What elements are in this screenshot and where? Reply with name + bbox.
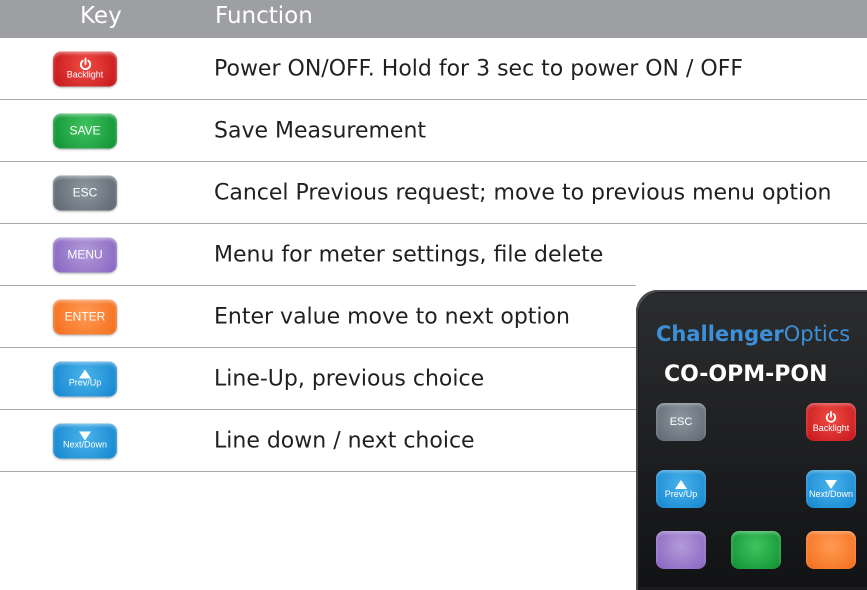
device-save-key: [731, 531, 781, 569]
function-description: Line down / next choice: [214, 428, 475, 454]
device-next-down-key: Next/Down: [806, 470, 856, 508]
power-icon: [825, 411, 837, 423]
function-description: Enter value move to next option: [214, 304, 570, 330]
device-enter-key: [806, 531, 856, 569]
save-key: SAVE: [53, 113, 117, 149]
function-description: Power ON/OFF. Hold for 3 sec to power ON…: [214, 56, 744, 82]
device-power-key: Backlight: [806, 403, 856, 441]
menu-key: MENU: [53, 237, 117, 273]
esc-key: ESC: [53, 175, 117, 211]
device-model: CO-OPM-PON: [664, 362, 828, 387]
key-label: SAVE: [69, 123, 101, 138]
key-label: MENU: [67, 247, 103, 262]
device-prev-up-key: Prev/Up: [656, 470, 706, 508]
table-row: Backlight Power ON/OFF. Hold for 3 sec t…: [0, 38, 867, 100]
power-backlight-key: Backlight: [53, 51, 117, 87]
power-meter-device-image: ChallengerOptics CO-OPM-PON ESC Backligh…: [636, 290, 867, 590]
function-column-header: Function: [215, 3, 313, 29]
triangle-up-icon: [675, 479, 687, 489]
function-description: Menu for meter settings, file delete: [214, 242, 604, 268]
row-divider: [0, 471, 636, 472]
key-column-header: Key: [80, 3, 122, 29]
next-down-key: Next/Down: [53, 423, 117, 459]
table-row: MENU Menu for meter settings, file delet…: [0, 224, 867, 286]
triangle-down-icon: [825, 479, 837, 489]
key-sub-label: Next/Down: [62, 439, 107, 450]
device-brand: ChallengerOptics: [656, 322, 851, 346]
function-description: Line-Up, previous choice: [214, 366, 485, 392]
enter-key: ENTER: [53, 299, 117, 335]
table-row: SAVE Save Measurement: [0, 100, 867, 162]
key-label: ESC: [72, 185, 98, 200]
device-menu-key: [656, 531, 706, 569]
function-description: Cancel Previous request; move to previou…: [214, 180, 832, 206]
table-row: ESC Cancel Previous request; move to pre…: [0, 162, 867, 224]
function-description: Save Measurement: [214, 118, 427, 144]
key-sub-label: Prev/Up: [68, 377, 102, 388]
device-esc-key: ESC: [656, 403, 706, 441]
key-sub-label: Backlight: [66, 69, 104, 80]
prev-up-key: Prev/Up: [53, 361, 117, 397]
key-label: ENTER: [64, 309, 106, 324]
table-header: Key Function: [0, 0, 867, 38]
